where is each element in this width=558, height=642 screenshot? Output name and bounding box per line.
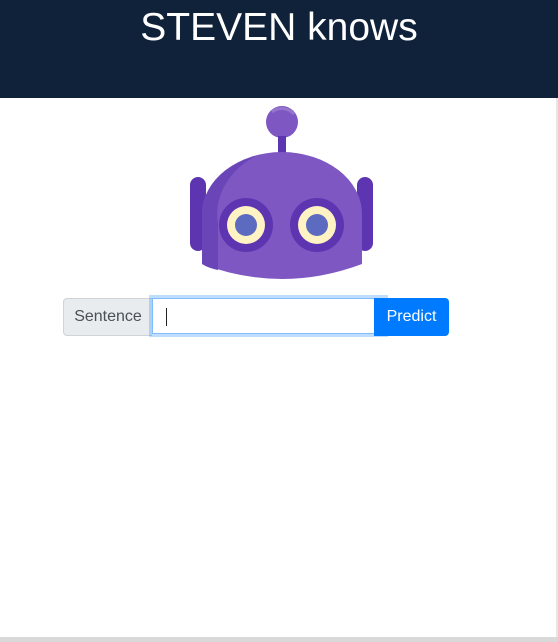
robot-mascot-icon — [186, 104, 376, 284]
sentence-label: Sentence — [63, 298, 152, 336]
page-title: STEVEN knows — [140, 6, 418, 49]
text-cursor — [166, 308, 167, 326]
predict-form: Sentence Predict — [63, 298, 449, 336]
predict-button[interactable]: Predict — [374, 298, 449, 336]
top-header: STEVEN knows — [0, 0, 558, 98]
window-bottom-edge — [0, 637, 558, 642]
sentence-input[interactable] — [152, 298, 385, 334]
